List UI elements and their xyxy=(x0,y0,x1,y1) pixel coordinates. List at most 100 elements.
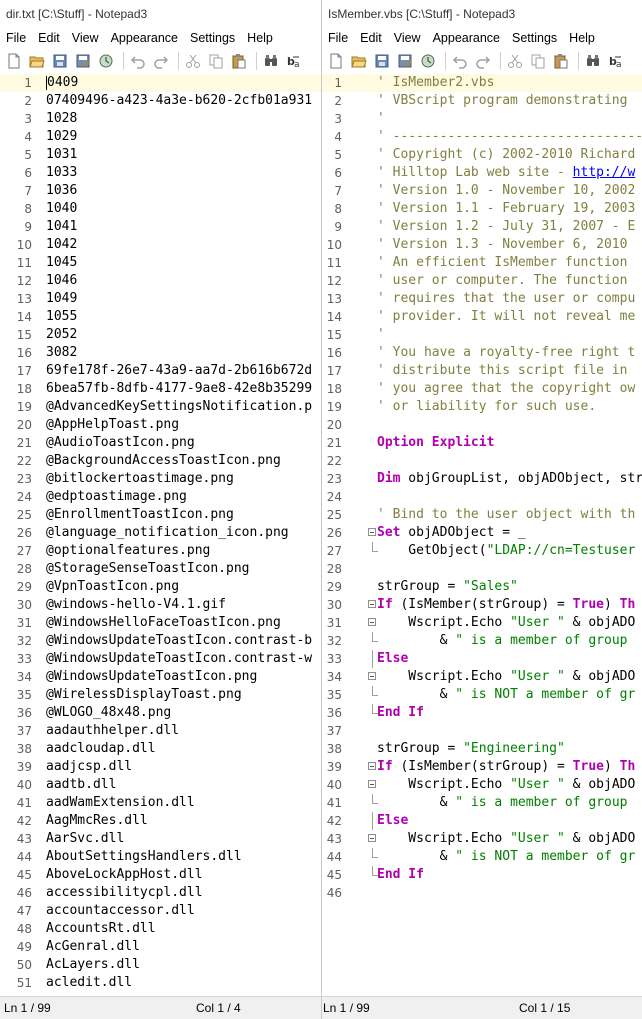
text-line[interactable]: 34 @WindowsUpdateToastIcon.png xyxy=(0,668,321,686)
text-line[interactable]: 21 @AudioToastIcon.png xyxy=(0,434,321,452)
undo-icon[interactable] xyxy=(128,51,148,71)
text-line[interactable]: 26 @language_notification_icon.png xyxy=(0,524,321,542)
fold-toggle-icon[interactable] xyxy=(368,618,376,626)
cut-icon[interactable] xyxy=(183,51,203,71)
code-line[interactable]: 45 End If xyxy=(322,866,642,884)
text-line[interactable]: 46 accessibilitycpl.dll xyxy=(0,884,321,902)
replace-icon[interactable]: ba xyxy=(606,51,626,71)
save-as-icon[interactable] xyxy=(73,51,93,71)
code-line[interactable]: 43 Wscript.Echo "User " & objADO xyxy=(322,830,642,848)
text-line[interactable]: 27 @optionalfeatures.png xyxy=(0,542,321,560)
code-line[interactable]: 14 ' provider. It will not reveal me xyxy=(322,308,642,326)
code-line[interactable]: 35 & " is NOT a member of gr xyxy=(322,686,642,704)
text-line[interactable]: 13 1049 xyxy=(0,290,321,308)
find-icon[interactable] xyxy=(583,51,603,71)
code-line[interactable]: 19 ' or liability for such use. xyxy=(322,398,642,416)
save-icon[interactable] xyxy=(50,51,70,71)
url-link[interactable]: http://w xyxy=(573,165,636,180)
text-line[interactable]: 49 AcGenral.dll xyxy=(0,938,321,956)
code-line[interactable]: 32 & " is a member of group xyxy=(322,632,642,650)
code-line[interactable]: 2 ' VBScript program demonstrating xyxy=(322,92,642,110)
code-line[interactable]: 42 Else xyxy=(322,812,642,830)
text-line[interactable]: 8 1040 xyxy=(0,200,321,218)
menu-edit[interactable]: Edit xyxy=(32,31,66,45)
text-line[interactable]: 51 acledit.dll xyxy=(0,974,321,992)
code-line[interactable]: 7 ' Version 1.0 - November 10, 2002 xyxy=(322,182,642,200)
text-line[interactable]: 35 @WirelessDisplayToast.png xyxy=(0,686,321,704)
text-line[interactable]: 45 AboveLockAppHost.dll xyxy=(0,866,321,884)
code-line[interactable]: 4 ' ----------------------------------- xyxy=(322,128,642,146)
redo-icon[interactable] xyxy=(473,51,493,71)
menu-settings[interactable]: Settings xyxy=(184,31,241,45)
text-line[interactable]: 7 1036 xyxy=(0,182,321,200)
code-line[interactable]: 31 Wscript.Echo "User " & objADO xyxy=(322,614,642,632)
code-line[interactable]: 15 ' xyxy=(322,326,642,344)
text-line[interactable]: 47 accountaccessor.dll xyxy=(0,902,321,920)
text-line[interactable]: 44 AboutSettingsHandlers.dll xyxy=(0,848,321,866)
replace-icon[interactable]: ba xyxy=(284,51,304,71)
text-line[interactable]: 24 @edptoastimage.png xyxy=(0,488,321,506)
text-line[interactable]: 6 1033 xyxy=(0,164,321,182)
menu-file[interactable]: File xyxy=(0,31,32,45)
code-line[interactable]: 40 Wscript.Echo "User " & objADO xyxy=(322,776,642,794)
text-line[interactable]: 15 2052 xyxy=(0,326,321,344)
code-line[interactable]: 6 ' Hilltop Lab web site - http://w xyxy=(322,164,642,182)
fold-toggle-icon[interactable] xyxy=(368,600,376,608)
new-file-icon[interactable] xyxy=(4,51,24,71)
menu-appearance[interactable]: Appearance xyxy=(105,31,184,45)
code-line[interactable]: 17 ' distribute this script file in xyxy=(322,362,642,380)
text-line[interactable]: 10 1042 xyxy=(0,236,321,254)
text-line[interactable]: 22 @BackgroundAccessToastIcon.png xyxy=(0,452,321,470)
text-line[interactable]: 29 @VpnToastIcon.png xyxy=(0,578,321,596)
cut-icon[interactable] xyxy=(505,51,525,71)
text-line[interactable]: 42 AagMmcRes.dll xyxy=(0,812,321,830)
undo-icon[interactable] xyxy=(450,51,470,71)
text-line[interactable]: 38 aadcloudap.dll xyxy=(0,740,321,758)
code-line[interactable]: 3 ' xyxy=(322,110,642,128)
text-line[interactable]: 39 aadjcsp.dll xyxy=(0,758,321,776)
code-line[interactable]: 5 ' Copyright (c) 2002-2010 Richard xyxy=(322,146,642,164)
open-folder-icon[interactable] xyxy=(349,51,369,71)
text-line[interactable]: 32 @WindowsUpdateToastIcon.contrast-b xyxy=(0,632,321,650)
code-line[interactable]: 25 ' Bind to the user object with th xyxy=(322,506,642,524)
text-line[interactable]: 20 @AppHelpToast.png xyxy=(0,416,321,434)
text-line[interactable]: 23 @bitlockertoastimage.png xyxy=(0,470,321,488)
text-line[interactable]: 43 AarSvc.dll xyxy=(0,830,321,848)
fold-toggle-icon[interactable] xyxy=(368,780,376,788)
code-line[interactable]: 30 If (IsMember(strGroup) = True) Th xyxy=(322,596,642,614)
paste-icon[interactable] xyxy=(229,51,249,71)
code-line[interactable]: 24 xyxy=(322,488,642,506)
browse-icon[interactable] xyxy=(96,51,116,71)
code-line[interactable]: 29 strGroup = "Sales" xyxy=(322,578,642,596)
code-line[interactable]: 8 ' Version 1.1 - February 19, 2003 xyxy=(322,200,642,218)
code-line[interactable]: 39 If (IsMember(strGroup) = True) Th xyxy=(322,758,642,776)
text-line[interactable]: 16 3082 xyxy=(0,344,321,362)
menu-help[interactable]: Help xyxy=(563,31,601,45)
save-as-icon[interactable] xyxy=(395,51,415,71)
code-line[interactable]: 26 Set objADObject = _ xyxy=(322,524,642,542)
text-line[interactable]: 9 1041 xyxy=(0,218,321,236)
text-line[interactable]: 41 aadWamExtension.dll xyxy=(0,794,321,812)
find-icon[interactable] xyxy=(261,51,281,71)
code-line[interactable]: 38 strGroup = "Engineering" xyxy=(322,740,642,758)
code-line[interactable]: 34 Wscript.Echo "User " & objADO xyxy=(322,668,642,686)
redo-icon[interactable] xyxy=(151,51,171,71)
text-line[interactable]: 36 @WLOGO_48x48.png xyxy=(0,704,321,722)
text-line[interactable]: 40 aadtb.dll xyxy=(0,776,321,794)
code-line[interactable]: 13 ' requires that the user or compu xyxy=(322,290,642,308)
editor[interactable]: 1 ' IsMember2.vbs 2 ' VBScript program demo… xyxy=(322,74,642,994)
code-line[interactable]: 1 ' IsMember2.vbs xyxy=(322,74,642,92)
text-line[interactable]: 11 1045 xyxy=(0,254,321,272)
text-line[interactable]: 48 AccountsRt.dll xyxy=(0,920,321,938)
menu-settings[interactable]: Settings xyxy=(506,31,563,45)
menu-view[interactable]: View xyxy=(388,31,427,45)
text-line[interactable]: 14 1055 xyxy=(0,308,321,326)
code-line[interactable]: 33 Else xyxy=(322,650,642,668)
code-line[interactable]: 21 Option Explicit xyxy=(322,434,642,452)
code-line[interactable]: 11 ' An efficient IsMember function xyxy=(322,254,642,272)
paste-icon[interactable] xyxy=(551,51,571,71)
new-file-icon[interactable] xyxy=(326,51,346,71)
code-line[interactable]: 22 xyxy=(322,452,642,470)
menu-view[interactable]: View xyxy=(66,31,105,45)
fold-toggle-icon[interactable] xyxy=(368,762,376,770)
